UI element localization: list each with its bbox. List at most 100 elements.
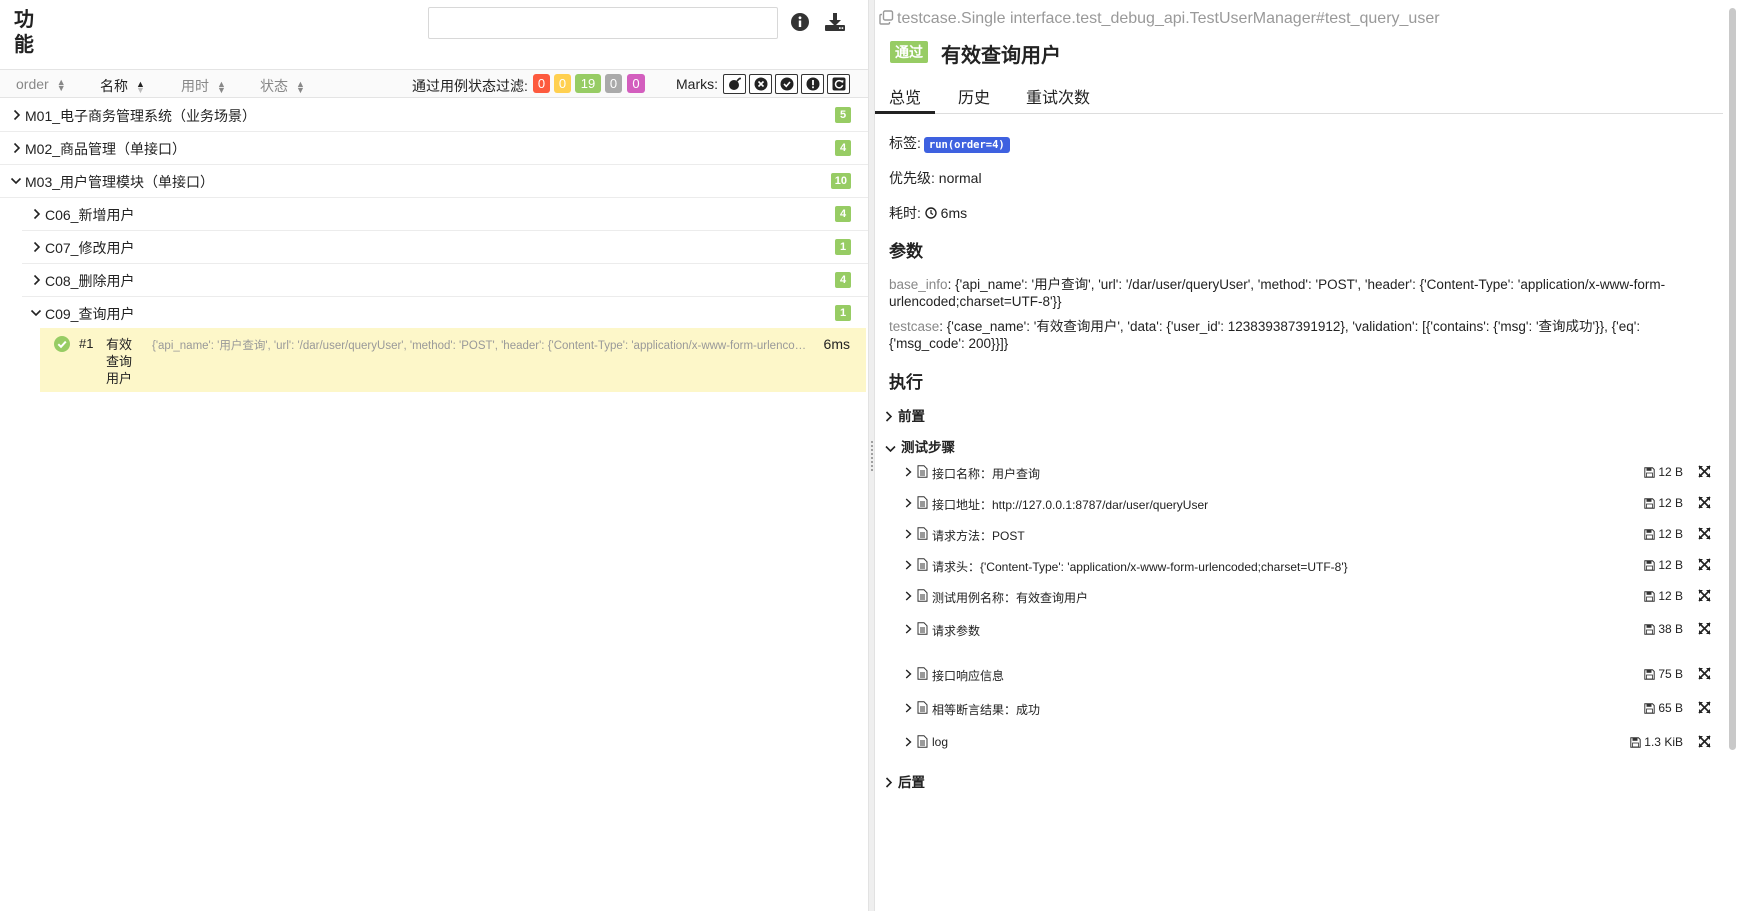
duration-label: 耗时: [889,205,921,221]
drag-handle-icon [870,440,874,472]
step-item[interactable]: 相等断言结果：成功 65 B [905,699,1711,721]
priority-value: normal [938,170,982,186]
expand-icon[interactable] [1698,465,1711,478]
sort-duration-label: 用时 [181,78,209,94]
expand-icon[interactable] [1698,527,1711,540]
tree-node-c06[interactable]: C06_新增用户 4 [22,198,868,231]
case-params: {'api_name': '用户查询', 'url': '/dar/user/q… [152,340,812,352]
chevron-right-icon [905,560,912,570]
sort-name[interactable]: 名称 ▲ ▼ [100,76,145,96]
exec-title: 执行 [889,373,923,392]
step-size-value: 1.3 KiB [1644,735,1683,749]
expand-icon[interactable] [1698,701,1711,714]
teardown-section[interactable]: 后置 [885,771,925,791]
search-input[interactable] [428,7,778,39]
expand-icon[interactable] [1698,735,1711,748]
chevron-right-icon [905,529,912,539]
tab-retries[interactable]: 重试次数 [1012,82,1104,114]
step-size: 12 B [1644,558,1683,572]
step-item[interactable]: log 1.3 KiB [905,733,1711,755]
step-name: 请求方法：POST [932,529,1025,543]
expand-icon[interactable] [1698,496,1711,509]
sort-duration[interactable]: 用时 ▲ ▼ [181,76,226,96]
filter-broken[interactable]: 0 [554,74,571,93]
floppy-icon [1644,703,1656,714]
test-path[interactable]: testcase.Single interface.test_debug_api… [879,10,1440,28]
check-circle-icon[interactable] [775,74,798,94]
filter-unknown[interactable]: 0 [627,74,645,93]
tag-row: 标签: run(order=4) [889,133,1010,153]
filter-passed[interactable]: 19 [575,74,601,93]
count-badge: 1 [835,305,851,321]
step-size-value: 12 B [1658,589,1683,603]
step-item[interactable]: 测试用例名称：有效查询用户 12 B [905,587,1711,609]
test-case-row[interactable]: #1 有效查询用户 {'api_name': '用户查询', 'url': '/… [40,328,866,392]
scrollbar-thumb[interactable] [1729,8,1736,750]
tree-pane: 功能 order ▲ ▼ 名称 ▲ ▼ 用时 ▲ ▼ 状态 ▲ ▼ 通过用例状态过滤: 0 0 … [0,0,868,911]
tree-node-label: C06_新增用户 [45,207,135,223]
download-icon[interactable] [824,12,848,36]
expand-icon[interactable] [1698,558,1711,571]
floppy-icon [1644,591,1656,602]
step-item[interactable]: 接口响应信息 75 B [905,665,1711,687]
count-badge: 5 [835,107,851,123]
duration-value: 6ms [940,205,968,221]
info-icon[interactable] [790,12,814,36]
param-base-info: base_info: {'api_name': '用户查询', 'url': '… [889,277,1666,309]
count-badge: 4 [835,140,851,156]
step-item[interactable]: 接口地址：http://127.0.0.1:8787/dar/user/quer… [905,494,1711,516]
steps-section[interactable]: 测试步骤 [885,436,955,456]
tab-history[interactable]: 历史 [944,82,1004,114]
expand-icon[interactable] [1698,622,1711,635]
scrollbar[interactable] [1724,0,1740,911]
step-size: 1.3 KiB [1630,735,1683,749]
tree-node-m02[interactable]: M02_商品管理（单接口） 4 [0,132,868,165]
filter-skipped[interactable]: 0 [605,74,622,93]
step-item[interactable]: 请求参数 38 B [905,620,1711,642]
tree-node-label: C07_修改用户 [45,240,135,256]
chevron-down-icon [10,177,22,185]
tree-node-c09[interactable]: C09_查询用户 1 [22,297,868,330]
floppy-icon [1644,669,1656,680]
floppy-icon [1644,498,1656,509]
expand-icon[interactable] [1698,589,1711,602]
step-item[interactable]: 接口名称：用户查询 12 B [905,463,1711,485]
tag-badge[interactable]: run(order=4) [923,137,1010,153]
exclamation-circle-icon[interactable] [801,74,824,94]
tab-overview[interactable]: 总览 [875,82,936,114]
tab-bar: 总览 历史 重试次数 [875,80,1723,114]
step-item[interactable]: 请求方法：POST 12 B [905,525,1711,547]
passed-check-icon [54,336,70,352]
setup-label: 前置 [898,409,925,424]
chevron-down-icon [30,309,42,317]
times-circle-icon[interactable] [749,74,772,94]
count-badge: 10 [830,173,851,189]
pane-splitter[interactable] [868,0,875,911]
copy-icon[interactable] [879,10,894,25]
chevron-right-icon [905,669,912,679]
bomb-icon[interactable] [723,74,746,94]
sort-order[interactable]: order ▲ ▼ [16,76,66,93]
case-name: 有效查询用户 [106,337,133,386]
floppy-icon [1644,560,1656,571]
tree-node-c08[interactable]: C08_删除用户 4 [22,264,868,297]
count-badge: 4 [835,272,851,288]
page-title: 有效查询用户 [941,45,1061,67]
setup-section[interactable]: 前置 [885,405,925,425]
detail-pane: testcase.Single interface.test_debug_api… [875,0,1723,911]
tree-node-m01[interactable]: M01_电子商务管理系统（业务场景） 5 [0,99,868,132]
chevron-right-icon [13,109,21,121]
status-filter-label: 通过用例状态过滤: [412,78,528,94]
refresh-icon[interactable] [827,74,850,94]
chevron-right-icon [905,624,912,634]
tree-node-label: C09_查询用户 [45,306,135,322]
tree-node-m03[interactable]: M03_用户管理模块（单接口） 10 [0,165,868,198]
floppy-icon [1644,529,1656,540]
case-number: #1 [79,336,94,351]
file-icon [917,667,928,680]
filter-failed[interactable]: 0 [533,74,550,93]
expand-icon[interactable] [1698,667,1711,680]
sort-status[interactable]: 状态 ▲ ▼ [260,76,305,96]
step-item[interactable]: 请求头：{'Content-Type': 'application/x-www-… [905,556,1711,578]
tree-node-c07[interactable]: C07_修改用户 1 [22,231,868,264]
